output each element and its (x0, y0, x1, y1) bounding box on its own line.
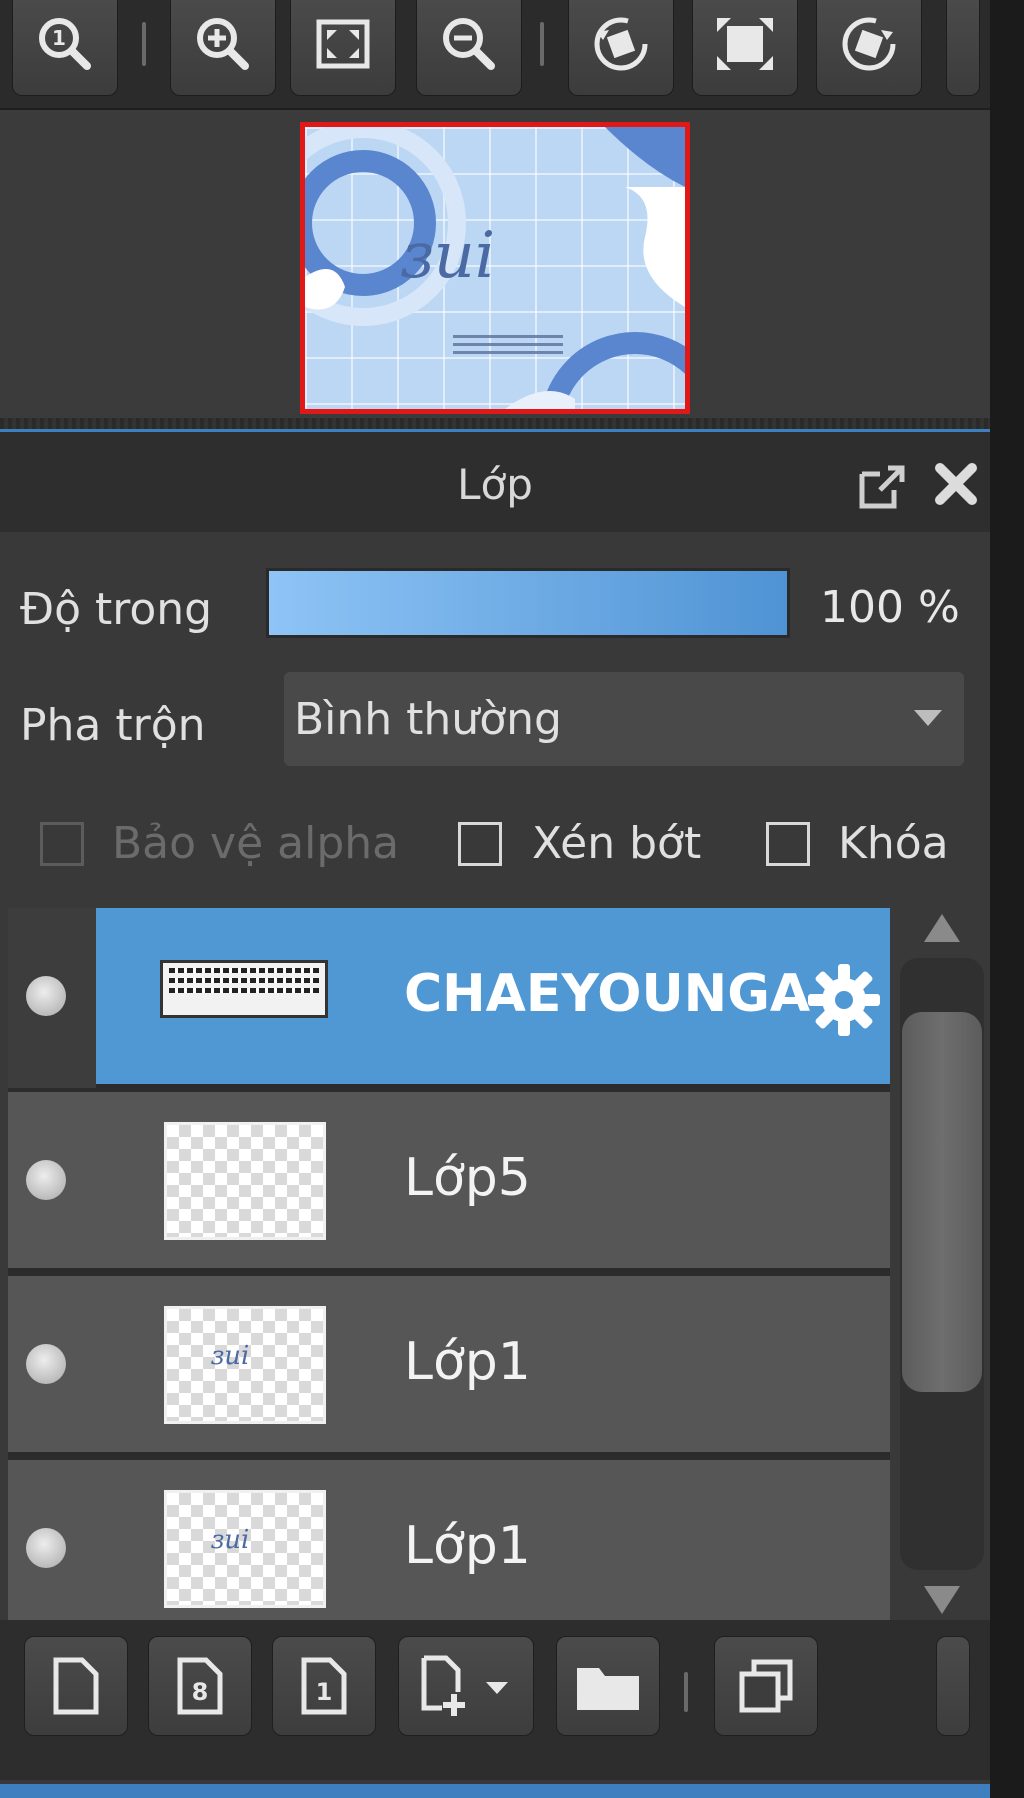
layer-app: 1 ɜui Lớp Độ trong 100 % Pha trộn Bình t… (0, 0, 990, 1798)
new-1bit-layer-button[interactable]: 1 (272, 1636, 376, 1736)
clipping-checkbox[interactable] (458, 822, 502, 866)
zoom-actual-button[interactable]: 1 (12, 0, 118, 96)
scroll-down-icon[interactable] (924, 1586, 960, 1614)
panel-divider[interactable] (0, 418, 990, 432)
visibility-toggle[interactable] (26, 1160, 66, 1200)
bottom-overflow-button[interactable] (936, 1636, 970, 1736)
zoom-out-icon (443, 17, 495, 70)
toolbar-separator (684, 1672, 688, 1712)
toolbar-separator (142, 22, 146, 66)
layer-name: Lớp5 (404, 1148, 531, 1208)
thumbnail-title: ɜui (401, 219, 496, 293)
svg-text:8: 8 (192, 1678, 209, 1706)
scroll-up-icon[interactable] (924, 914, 960, 942)
folder-icon (577, 1668, 639, 1710)
chevron-down-icon (914, 710, 942, 726)
layer-thumbnail (160, 960, 328, 1018)
layer-row[interactable]: Lớp5 (8, 1092, 890, 1272)
svg-text:1: 1 (52, 26, 66, 50)
new-layer-icon (53, 1657, 99, 1715)
lock-label: Khóa (838, 818, 949, 869)
layer-row[interactable]: CHAEYOUNGA (8, 908, 890, 1088)
new-layer-button[interactable] (24, 1636, 128, 1736)
new-8bit-layer-icon: 8 (177, 1657, 223, 1715)
blend-label: Pha trộn (20, 700, 206, 751)
layer-row[interactable]: ɜui Lớp1 (8, 1276, 890, 1456)
new-1bit-layer-icon: 1 (301, 1657, 347, 1715)
layer-thumbnail (164, 1122, 326, 1240)
protect-alpha-checkbox[interactable] (40, 822, 84, 866)
layer-thumbnail: ɜui (164, 1490, 326, 1608)
panel-header: Lớp (0, 432, 990, 532)
zoom-out-button[interactable] (416, 0, 522, 96)
rotate-left-button[interactable] (568, 0, 674, 96)
thumbnail-text: ɜui (211, 1341, 250, 1371)
rotate-left-icon (594, 17, 648, 71)
layer-name: Lớp1 (404, 1516, 531, 1576)
new-8bit-layer-button[interactable]: 8 (148, 1636, 252, 1736)
rotate-right-button[interactable] (816, 0, 922, 96)
visibility-toggle[interactable] (26, 1528, 66, 1568)
view-toolbar: 1 (0, 0, 990, 110)
panel-bottom-border (0, 1784, 990, 1798)
reset-rotation-button[interactable] (692, 0, 798, 96)
window-edge (990, 0, 1024, 1798)
fit-screen-icon (316, 19, 370, 69)
layer-scrollbar[interactable] (900, 908, 984, 1620)
scroll-track[interactable] (900, 958, 984, 1570)
navigator-preview[interactable]: ɜui (0, 110, 990, 418)
clipping-label: Xén bớt (532, 818, 702, 869)
protect-alpha-label: Bảo vệ alpha (112, 818, 400, 869)
layer-actions-toolbar: 8 1 (0, 1620, 990, 1780)
zoom-in-button[interactable] (170, 0, 276, 96)
fit-screen-button[interactable] (290, 0, 396, 96)
add-layer-menu-button[interactable] (398, 1636, 534, 1736)
toolbar-separator (540, 22, 544, 66)
visibility-toggle[interactable] (26, 976, 66, 1016)
popout-icon[interactable] (858, 464, 908, 510)
canvas-thumbnail[interactable]: ɜui (300, 122, 690, 414)
svg-text:1: 1 (316, 1678, 333, 1706)
duplicate-layer-button[interactable] (714, 1636, 818, 1736)
gear-icon[interactable] (804, 960, 884, 1040)
opacity-slider[interactable] (266, 568, 790, 638)
thumbnail-text-lines (453, 335, 563, 359)
opacity-label: Độ trong (20, 584, 213, 635)
layer-row[interactable]: ɜui Lớp1 (8, 1460, 890, 1620)
reset-rotation-icon (717, 17, 773, 70)
new-folder-button[interactable] (556, 1636, 660, 1736)
layer-name: CHAEYOUNGA (404, 964, 811, 1024)
zoom-actual-icon: 1 (39, 17, 91, 70)
scroll-thumb[interactable] (902, 1012, 982, 1392)
close-icon[interactable] (932, 460, 980, 508)
layer-name: Lớp1 (404, 1332, 531, 1392)
thumbnail-text: ɜui (211, 1525, 250, 1555)
visibility-toggle[interactable] (26, 1344, 66, 1384)
lock-checkbox[interactable] (766, 822, 810, 866)
zoom-in-icon (197, 17, 249, 70)
blend-mode-select[interactable]: Bình thường (284, 672, 964, 766)
duplicate-layer-icon (739, 1659, 793, 1713)
add-layer-menu-icon (421, 1655, 508, 1716)
rotate-right-icon (842, 17, 896, 71)
blend-mode-value: Bình thường (294, 694, 562, 745)
layer-thumbnail: ɜui (164, 1306, 326, 1424)
layer-list: CHAEYOUNGA Lớp5 ɜui Lớp1 ɜui Lớp1 (8, 908, 890, 1620)
panel-title: Lớp (457, 460, 533, 509)
opacity-value: 100 % (820, 582, 960, 633)
toolbar-overflow-button[interactable] (946, 0, 980, 96)
